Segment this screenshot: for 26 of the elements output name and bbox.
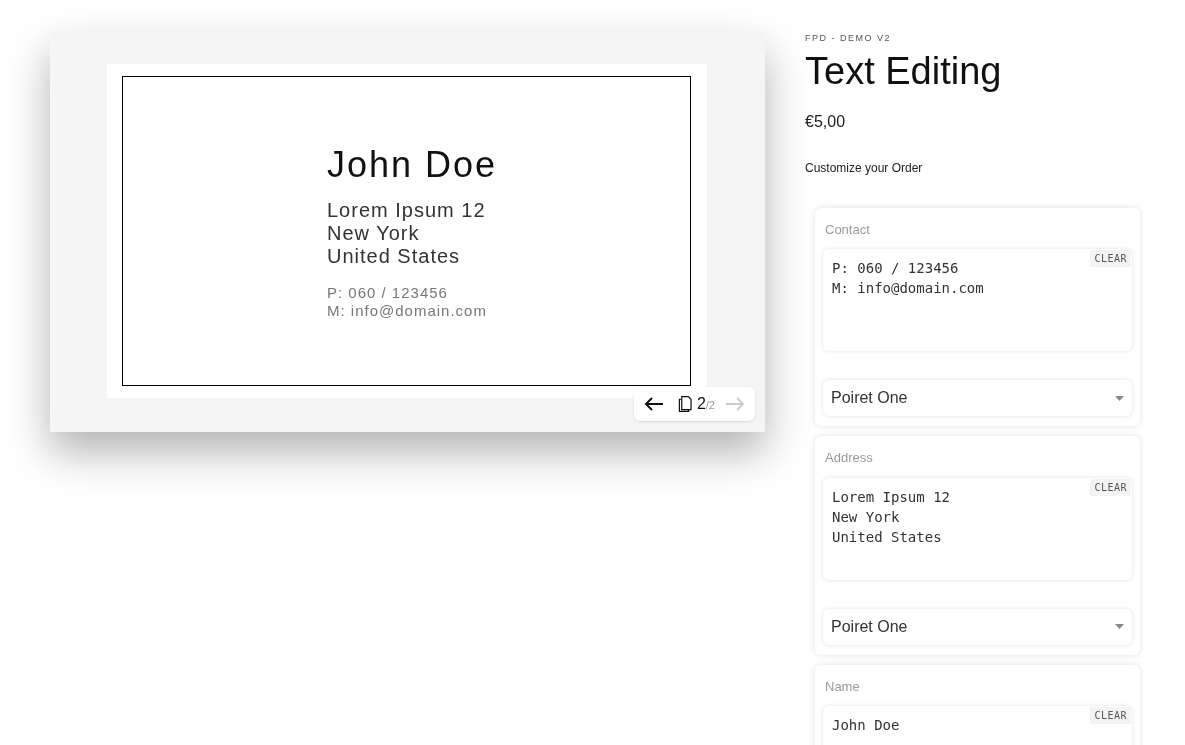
card-address-line: Lorem Ipsum 12: [327, 199, 487, 222]
field-label: Name: [825, 677, 861, 696]
field-label: Contact: [825, 220, 871, 239]
price: €5,00: [805, 111, 847, 132]
breadcrumb: FPD - DEMO V2: [805, 32, 892, 45]
font-dropdown[interactable]: Poiret One: [823, 380, 1132, 416]
field-label: Address: [825, 449, 874, 467]
subtitle: Customize your Order: [805, 159, 924, 177]
clear-button[interactable]: CLEAR: [1090, 707, 1131, 724]
caret-icon: [1115, 624, 1124, 629]
page-number: 2: [696, 394, 706, 414]
card-address-line: United States: [327, 245, 462, 268]
card-contact-line: P: 060 / 123456: [327, 284, 449, 302]
font-dropdown[interactable]: Poiret One: [823, 608, 1132, 645]
card-contact-line: M: info@domain.com: [327, 302, 488, 320]
clear-button[interactable]: CLEAR: [1090, 250, 1131, 267]
card-name: John Doe: [327, 143, 499, 187]
arrow-left-icon: [644, 397, 664, 411]
page-total: /2: [705, 399, 715, 413]
card-address-line: New York: [327, 222, 421, 245]
arrow-right-icon: [725, 397, 745, 411]
pages-icon: [678, 395, 693, 413]
caret-icon: [1115, 395, 1124, 401]
previous-button[interactable]: [642, 395, 666, 413]
clear-button[interactable]: CLEAR: [1090, 478, 1131, 496]
product-title: Text Editing: [805, 48, 1003, 94]
